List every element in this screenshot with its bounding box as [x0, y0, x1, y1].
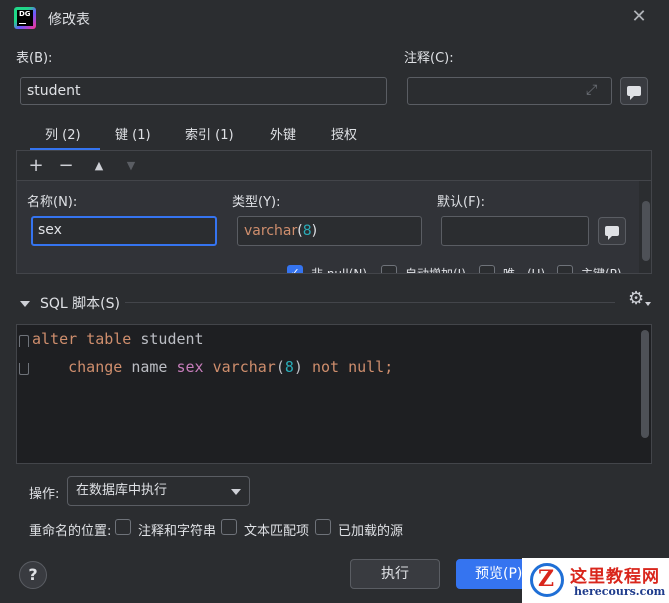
comment-label: 注释(C):	[404, 51, 454, 66]
help-button[interactable]: ?	[19, 561, 47, 589]
rename-text-checkbox[interactable]	[221, 519, 237, 535]
operation-select[interactable]: 在数据库中执行	[67, 476, 250, 506]
auto-increment-checkbox[interactable]	[381, 265, 397, 273]
unique-label: 唯一(U)	[503, 267, 546, 274]
tab-keys[interactable]: 键 (1)	[115, 124, 151, 143]
table-name-input[interactable]: student	[20, 77, 387, 105]
not-null-checkbox[interactable]: ✓	[287, 265, 303, 273]
column-name-label: 名称(N):	[27, 195, 78, 210]
collapse-triangle-icon	[20, 301, 30, 307]
move-down-icon[interactable]: ▼	[120, 155, 142, 177]
not-null-label: 非 null(N)	[311, 267, 368, 274]
watermark-logo-icon: Z	[530, 563, 564, 597]
operation-selected: 在数据库中执行	[76, 483, 168, 498]
title-bar: DG 修改表 ✕	[0, 0, 669, 36]
chevron-down-icon	[231, 489, 241, 495]
column-default-label: 默认(F):	[437, 195, 486, 210]
sql-editor[interactable]: alter table student change name sex varc…	[16, 324, 652, 464]
tab-foreign-keys[interactable]: 外键	[270, 124, 296, 143]
sql-editor-scrollbar[interactable]	[641, 330, 649, 438]
unique-checkbox[interactable]	[479, 265, 495, 273]
rename-comments-label: 注释和字符串	[138, 524, 217, 539]
window-title: 修改表	[48, 12, 90, 28]
sql-section-header[interactable]: SQL 脚本(S)	[20, 293, 120, 313]
column-type-label: 类型(Y):	[232, 195, 281, 210]
sql-line-1: alter table student	[32, 330, 204, 348]
column-comment-bubble-icon	[605, 226, 619, 240]
column-default-input[interactable]	[441, 216, 589, 246]
column-panel: + − ▲ ▼ 名称(N): sex 类型(Y): varchar(8) 默认(…	[16, 150, 652, 274]
tab-indexes[interactable]: 索引 (1)	[185, 124, 234, 143]
column-form-scrollbar[interactable]	[642, 201, 650, 261]
column-toolbar: + − ▲ ▼	[17, 151, 651, 181]
add-icon[interactable]: +	[25, 155, 47, 177]
move-up-icon[interactable]: ▲	[88, 155, 110, 177]
watermark-text: 这里教程网	[570, 567, 660, 587]
comment-bubble-icon	[627, 86, 641, 100]
tab-columns[interactable]: 列 (2)	[45, 124, 81, 143]
column-comment-button[interactable]	[598, 217, 626, 245]
watermark: Z 这里教程网 herecours.com	[522, 558, 669, 603]
comment-input[interactable]	[407, 77, 612, 105]
rename-sources-checkbox[interactable]	[315, 519, 331, 535]
expand-icon[interactable]: ⤢	[586, 82, 597, 98]
close-icon[interactable]: ✕	[628, 6, 650, 28]
rename-comments-checkbox[interactable]	[115, 519, 131, 535]
primary-key-label: 主键(P)	[581, 267, 622, 274]
fold-end-icon[interactable]	[19, 363, 29, 375]
tab-grants[interactable]: 授权	[331, 124, 357, 143]
table-name-label: 表(B):	[16, 51, 53, 66]
execute-button[interactable]: 执行	[350, 559, 440, 589]
section-divider	[125, 302, 615, 303]
column-name-input[interactable]: sex	[31, 216, 217, 246]
rename-sources-label: 已加载的源	[338, 524, 404, 539]
type-length: 8	[302, 223, 312, 239]
fold-start-icon[interactable]	[19, 335, 29, 347]
gear-dropdown-icon	[645, 302, 651, 306]
gear-icon[interactable]: ⚙	[628, 288, 644, 309]
datagrip-logo-icon: DG	[14, 7, 36, 29]
type-keyword: varchar	[244, 223, 298, 239]
sql-line-2: change name sex varchar(8) not null;	[68, 358, 394, 376]
column-form: 名称(N): sex 类型(Y): varchar(8) 默认(F): ✓ 非 …	[17, 181, 639, 273]
rename-label: 重命名的位置:	[29, 524, 112, 539]
remove-icon[interactable]: −	[55, 155, 77, 177]
operation-label: 操作:	[29, 487, 60, 502]
primary-key-checkbox[interactable]	[557, 265, 573, 273]
column-type-input[interactable]: varchar(8)	[237, 216, 422, 246]
sql-section-title: SQL 脚本(S)	[40, 296, 120, 312]
watermark-url: herecours.com	[574, 585, 666, 598]
rename-text-label: 文本匹配项	[244, 524, 310, 539]
comment-edit-button[interactable]	[620, 77, 648, 105]
auto-increment-label: 自动增加(I)	[405, 267, 466, 274]
